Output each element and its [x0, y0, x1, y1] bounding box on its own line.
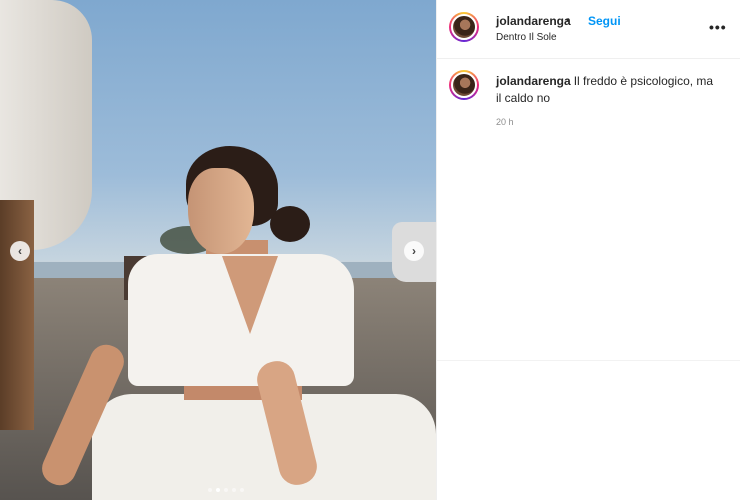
post-sidebar: jolandarenga • Segui Dentro Il Sole ••• …	[436, 0, 740, 500]
post-photo[interactable]: ‹ ›	[0, 0, 436, 500]
instagram-post: ‹ › jolandarenga • Segui Dentro Il Sole …	[0, 0, 740, 500]
location-link[interactable]: Dentro Il Sole	[496, 32, 557, 43]
carousel-dot	[224, 488, 228, 492]
next-slide-button[interactable]: ›	[404, 241, 424, 261]
face	[188, 168, 254, 254]
prev-slide-button[interactable]: ‹	[10, 241, 30, 261]
caption: jolandarenga Il freddo è psicologico, ma …	[496, 73, 716, 107]
chevron-right-icon: ›	[412, 244, 416, 258]
avatar-image	[451, 14, 477, 40]
separator-dot: •	[566, 13, 571, 27]
timestamp[interactable]: 20 h	[496, 117, 514, 127]
wooden-pole	[0, 200, 34, 430]
caption-username[interactable]: jolandarenga	[496, 74, 571, 88]
avatar[interactable]	[449, 12, 479, 42]
carousel-dots	[208, 488, 244, 492]
post-header: jolandarenga • Segui Dentro Il Sole •••	[437, 0, 740, 59]
carousel-dot	[208, 488, 212, 492]
caption-avatar[interactable]	[449, 70, 479, 100]
chevron-left-icon: ‹	[18, 244, 22, 258]
follow-button[interactable]: Segui	[588, 14, 621, 28]
header-username[interactable]: jolandarenga	[496, 14, 571, 28]
carousel-dot	[216, 488, 220, 492]
avatar-image	[451, 72, 477, 98]
divider	[437, 360, 740, 361]
neckline	[222, 256, 278, 334]
carousel-dot	[240, 488, 244, 492]
carousel-dot	[232, 488, 236, 492]
more-options-icon[interactable]: •••	[709, 19, 727, 35]
